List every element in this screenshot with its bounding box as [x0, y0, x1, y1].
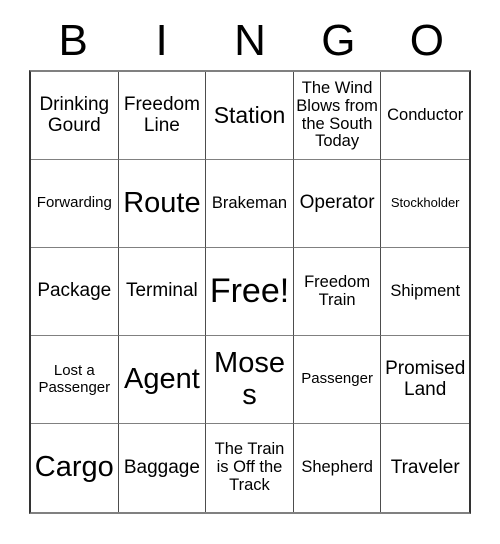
bingo-cell-label: Forwarding [36, 194, 112, 212]
bingo-cell-label: Promised Land [385, 357, 466, 400]
bingo-cell-g2[interactable]: Operator [293, 160, 382, 248]
bingo-header-letter-b: B [58, 16, 88, 65]
bingo-cell-label: Shipment [390, 281, 461, 300]
bingo-cell-i2[interactable]: Route [118, 160, 207, 248]
bingo-cell-label: Traveler [390, 456, 460, 478]
bingo-cell-label: Stockholder [390, 195, 460, 211]
bingo-cell-n5[interactable]: The Train is Off the Track [206, 424, 294, 512]
bingo-cell-g5[interactable]: Shepherd [293, 424, 382, 512]
bingo-cell-b2[interactable]: Forwarding [31, 160, 119, 248]
bingo-cell-i3[interactable]: Terminal [118, 248, 207, 336]
bingo-cell-label: The Train is Off the Track [214, 440, 285, 494]
bingo-cell-i1[interactable]: Freedom Line [118, 72, 207, 160]
bingo-cell-label: Lost a Passenger [38, 362, 111, 396]
bingo-header-letter-g: G [321, 16, 356, 65]
bingo-cell-label: Route [123, 186, 201, 219]
bingo-header-letter-o: O [409, 16, 444, 65]
bingo-cell-b3[interactable]: Package [31, 248, 119, 336]
bingo-cell-label: Shepherd [301, 458, 373, 477]
bingo-free-space-label: Free! [209, 272, 290, 311]
bingo-cell-n1[interactable]: Station [206, 72, 294, 160]
bingo-cell-label: Freedom Train [304, 272, 371, 309]
bingo-cell-label: Package [37, 280, 112, 302]
bingo-cell-b5[interactable]: Cargo [31, 424, 119, 512]
bingo-header-row: B I N G O [29, 12, 471, 70]
bingo-card: B I N G O Drinking Gourd Freedom Line St… [0, 0, 500, 544]
bingo-cell-o1[interactable]: Conductor [381, 72, 469, 160]
bingo-cell-n4[interactable]: Moses [206, 336, 294, 424]
bingo-cell-i5[interactable]: Baggage [118, 424, 207, 512]
bingo-cell-n2[interactable]: Brakeman [206, 160, 294, 248]
bingo-cell-g3[interactable]: Freedom Train [293, 248, 382, 336]
bingo-cell-free-space[interactable]: Free! [206, 248, 294, 336]
bingo-cell-label: Station [213, 102, 286, 129]
bingo-cell-o4[interactable]: Promised Land [381, 336, 469, 424]
bingo-cell-g4[interactable]: Passenger [293, 336, 382, 424]
bingo-header-letter-n: N [234, 16, 266, 65]
bingo-cell-label: Brakeman [211, 193, 288, 212]
bingo-cell-b1[interactable]: Drinking Gourd [31, 72, 119, 160]
bingo-cell-label: Conductor [387, 105, 464, 124]
bingo-cell-o3[interactable]: Shipment [381, 248, 469, 336]
bingo-header-letter-i: I [155, 16, 168, 65]
bingo-cell-label: Moses [214, 347, 285, 411]
bingo-cell-label: Baggage [123, 456, 200, 478]
bingo-cell-label: Passenger [301, 370, 373, 388]
bingo-cell-label: Freedom Line [123, 93, 200, 136]
bingo-cell-label: Cargo [34, 451, 114, 484]
bingo-grid: Drinking Gourd Freedom Line Station The … [29, 70, 471, 514]
bingo-cell-label: Terminal [125, 280, 198, 302]
bingo-cell-o5[interactable]: Traveler [381, 424, 469, 512]
bingo-cell-label: Agent [123, 362, 200, 395]
bingo-cell-i4[interactable]: Agent [118, 336, 207, 424]
bingo-cell-g1[interactable]: The Wind Blows from the South Today [293, 72, 382, 160]
bingo-cell-b4[interactable]: Lost a Passenger [31, 336, 119, 424]
bingo-cell-label: Operator [299, 192, 375, 214]
bingo-cell-label: The Wind Blows from the South Today [296, 78, 378, 151]
bingo-cell-label: Drinking Gourd [39, 93, 110, 136]
bingo-cell-o2[interactable]: Stockholder [381, 160, 469, 248]
